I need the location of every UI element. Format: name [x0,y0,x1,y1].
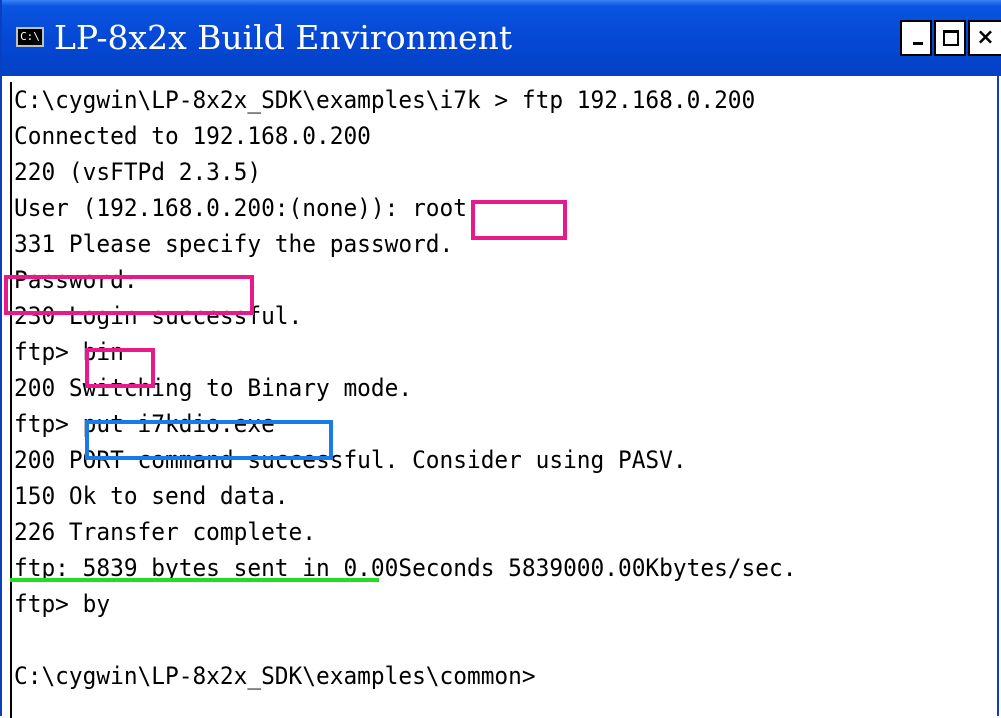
highlight-put-command [85,420,333,460]
terminal-line: User (192.168.0.200:(none)): root [14,194,467,222]
terminal-line: C:\cygwin\LP-8x2x_SDK\examples\common> [14,662,536,690]
terminal-output[interactable]: C:\cygwin\LP-8x2x_SDK\examples\i7k > ftp… [4,82,993,716]
close-icon: × [976,25,995,50]
close-button[interactable]: × [968,20,1001,56]
highlight-bin [85,348,155,388]
terminal-line: Connected to 192.168.0.200 [14,122,371,150]
highlight-root [471,200,567,240]
terminal-line: C:\cygwin\LP-8x2x_SDK\examples\i7k > ftp… [14,86,756,114]
terminal-line: 200 Switching to Binary mode. [14,374,413,402]
highlight-password [4,275,254,315]
console-icon[interactable]: C:\ [16,27,44,47]
transfer-complete-underline [10,578,379,582]
maximize-button[interactable] [934,20,966,56]
console-window: C:\ LP-8x2x Build Environment × C:\cygwi… [0,0,1001,718]
maximize-icon [943,30,959,46]
terminal-line: 226 Transfer complete. [14,518,316,546]
terminal-line: ftp> by [14,590,111,618]
minimize-icon [913,42,923,45]
terminal-line: 220 (vsFTPd 2.3.5) [14,158,262,186]
terminal-line: 150 Ok to send data. [14,482,289,510]
window-title: LP-8x2x Build Environment [54,18,513,57]
terminal-line: 331 Please specify the password. [14,230,454,258]
minimize-button[interactable] [900,20,932,56]
title-bar[interactable]: C:\ LP-8x2x Build Environment × [2,0,1001,76]
